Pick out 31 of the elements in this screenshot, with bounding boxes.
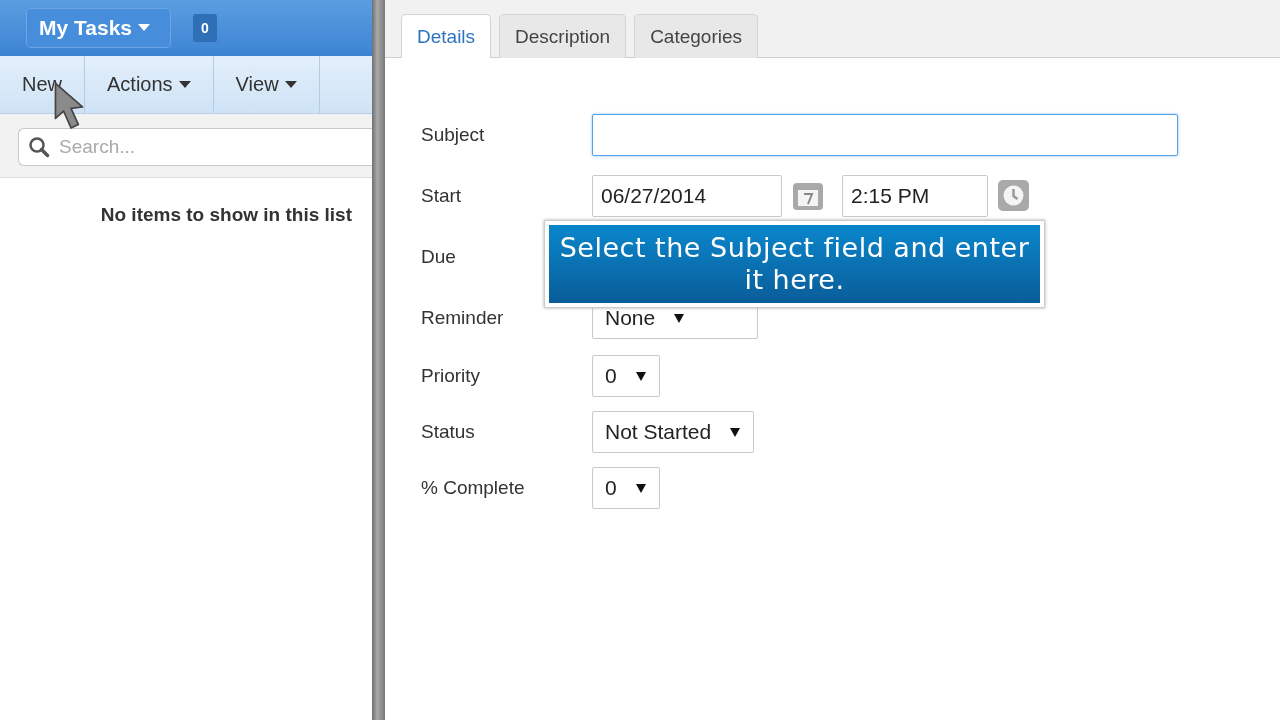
dropdown[interactable]: 0 <box>592 355 660 397</box>
field-label: Priority <box>421 365 481 387</box>
empty-list-message: No items to show in this list <box>99 203 353 226</box>
subject-field[interactable] <box>592 113 1178 156</box>
field-label: Start <box>421 184 462 207</box>
field-label: Status <box>421 421 475 443</box>
instruction-tooltip: Select the Subject field and enter it here. <box>549 225 1040 303</box>
clock-icon[interactable] <box>998 180 1029 211</box>
search-icon <box>28 136 50 158</box>
dropdown[interactable]: 0 <box>592 467 660 509</box>
count-badge: 0 <box>193 14 217 42</box>
toolbar-button[interactable]: Actions <box>85 56 214 113</box>
dropdown[interactable]: Not Started <box>592 411 755 453</box>
caret-icon <box>634 483 647 493</box>
toolbar-button[interactable]: View <box>213 56 320 113</box>
caret-icon <box>729 427 742 437</box>
caret-icon <box>138 24 150 32</box>
tab[interactable]: Categories <box>634 14 758 58</box>
field-label: % Complete <box>421 477 525 499</box>
field-label: Reminder <box>421 306 504 329</box>
tab[interactable]: Details <box>401 14 492 58</box>
field-label: Subject <box>421 123 485 146</box>
tab[interactable]: Description <box>499 14 627 58</box>
caret-icon <box>673 312 686 323</box>
splitter[interactable] <box>372 0 385 720</box>
caret-icon <box>634 371 647 381</box>
time-field[interactable]: 2:15 PM <box>842 174 988 217</box>
search-field[interactable]: Search... <box>18 128 372 166</box>
calendar-icon[interactable] <box>792 180 824 211</box>
field-label: Due <box>421 245 456 268</box>
date-field[interactable]: 06/27/2014 <box>592 174 782 217</box>
